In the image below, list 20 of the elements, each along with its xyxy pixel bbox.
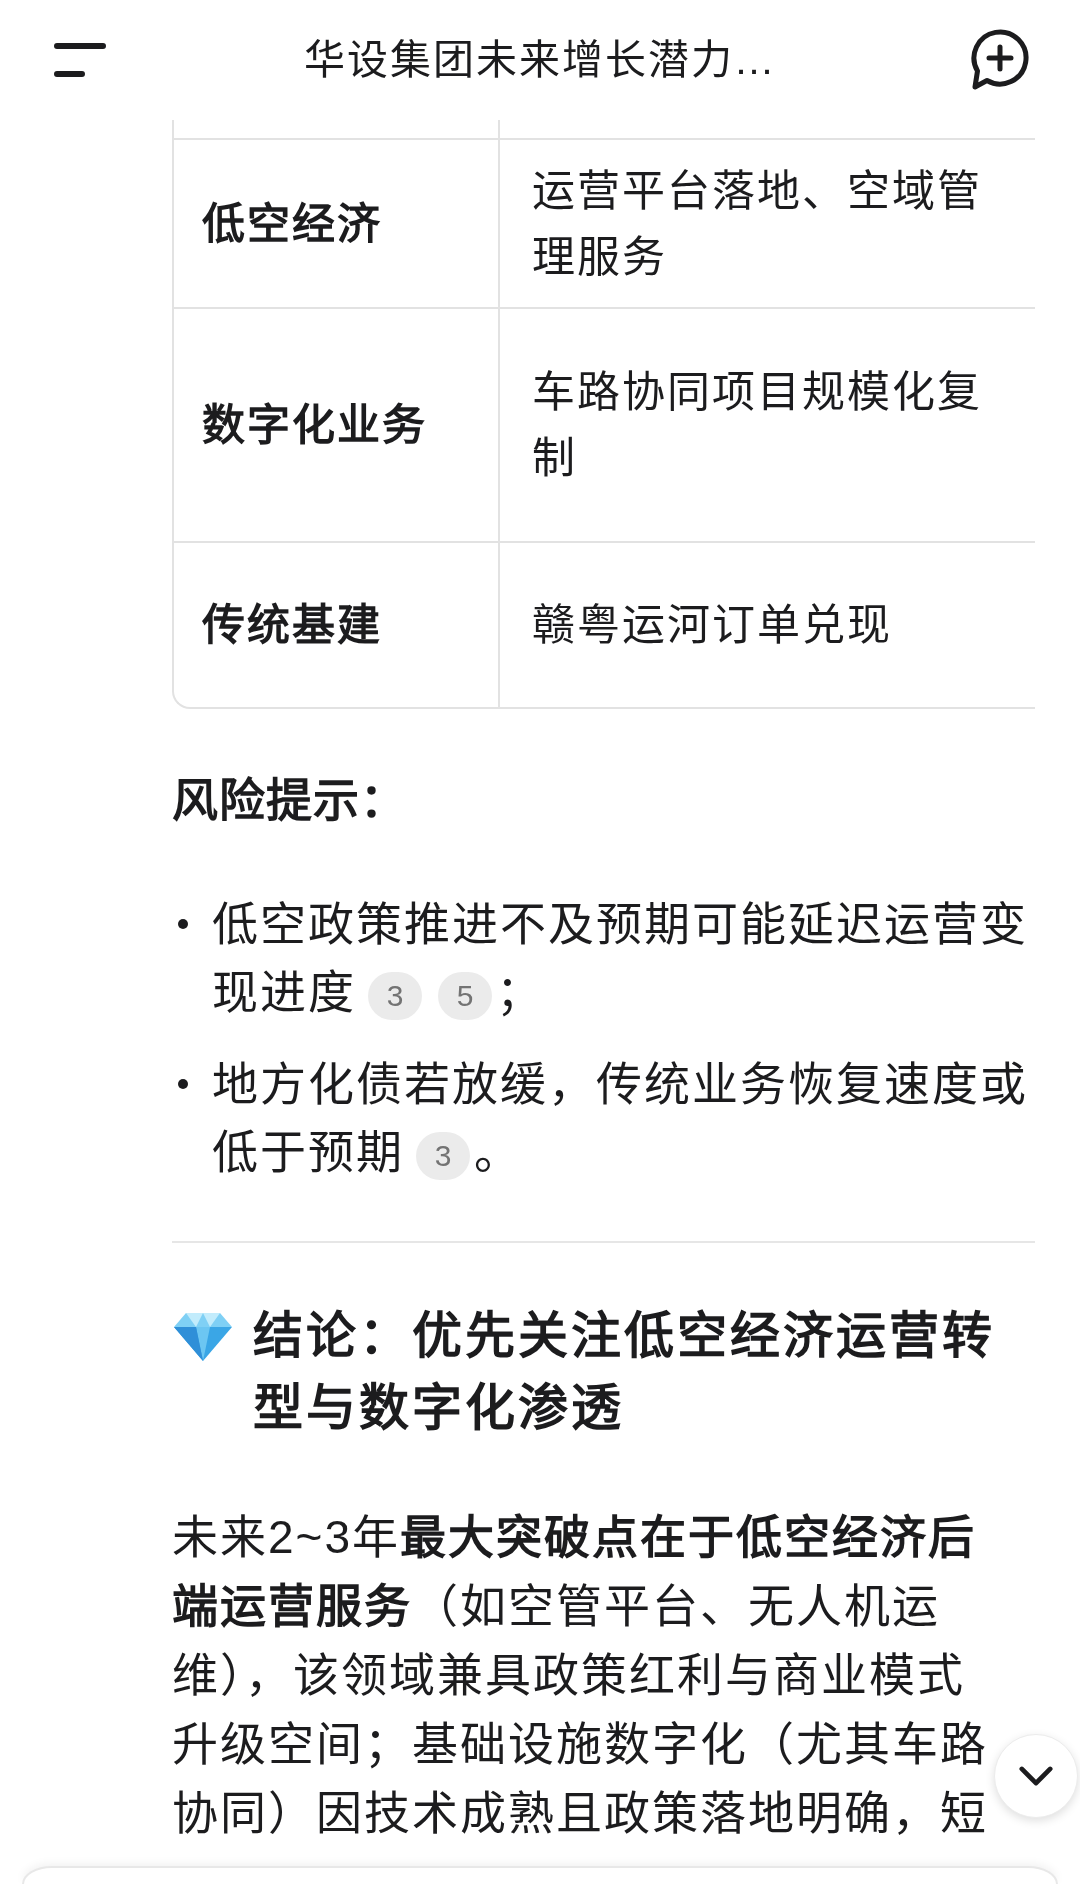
table-cell-text: 车路协同项目规模化复制 (531, 367, 983, 484)
list-item-text: 低空政策推进不及预期可能延迟运营变现进度 3 5 ； (212, 897, 1029, 1022)
citation-link[interactable]: 3 (416, 1131, 470, 1180)
menu-icon[interactable] (54, 42, 106, 78)
table-cell: 传统基建 (174, 543, 500, 707)
table-cell-text: 运营平台落地、空域管理服务 (531, 165, 983, 283)
bullet-icon (178, 1079, 188, 1089)
section-heading: 结论：优先关注低空经济运营转型与数字化渗透 (253, 1307, 996, 1438)
citation-link[interactable]: 3 (368, 971, 422, 1020)
chat-title: 华设集团未来增长潜力… (303, 36, 777, 85)
bullet-icon (178, 919, 188, 929)
table-cell: 低空经济 (174, 140, 500, 307)
chevron-down-icon (1019, 1765, 1053, 1787)
table-cell: 数字化业务 (174, 309, 500, 541)
section-heading: 风险提示： (172, 773, 408, 828)
paragraph: 未来2~3年最大突破点在于低空经济后端运营服务（如空管平台、无人机运维），该领域兼具政策红利与商业模式升级空间；基础设施数字化（尤其车路协同）因技术成熟且政策落地明确，短 (172, 1510, 989, 1841)
list-item-text: 地方化债若放缓，传统业务恢复速度或低于预期 3 。 (212, 1057, 1029, 1182)
table-cell-text: 赣粤运河订单兑现 (531, 600, 893, 651)
scroll-down-button[interactable] (994, 1734, 1078, 1818)
citation-link[interactable]: 5 (438, 971, 492, 1020)
